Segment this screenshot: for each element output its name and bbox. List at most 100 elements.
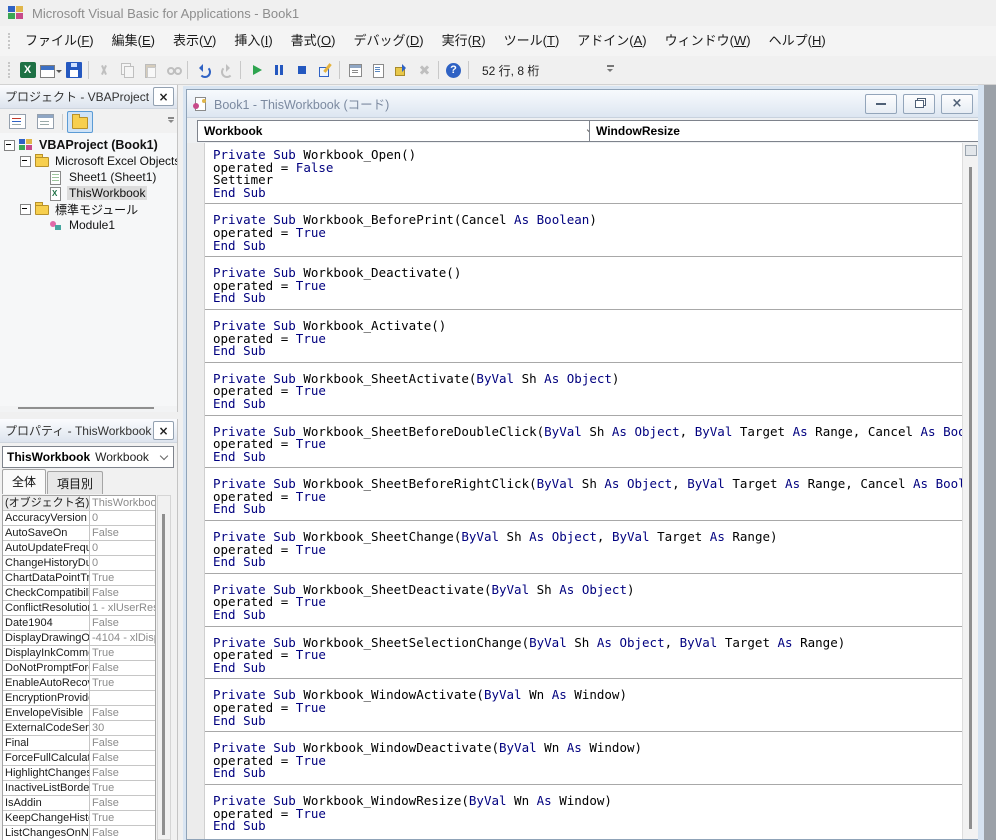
undo-button[interactable] [191,59,214,81]
tree-item-vbaproject[interactable]: VBAProject (Book1) [0,137,177,153]
tree-item-thisworkbook[interactable]: ThisWorkbook [0,185,177,201]
tree-item-excel-objects[interactable]: Microsoft Excel Objects [0,153,177,169]
code-editor[interactable]: Private Sub Workbook_Open()operated = Fa… [187,143,979,839]
code-line: operated = True [205,702,962,715]
reset-button[interactable] [290,59,313,81]
menu-format[interactable]: 書式(O) [282,26,345,56]
property-row[interactable]: FinalFalse [3,736,155,751]
event-dropdown[interactable]: WindowResize [589,120,995,142]
split-handle[interactable] [965,145,977,156]
project-explorer-button[interactable] [343,59,366,81]
menu-addins[interactable]: アドイン(A) [568,26,655,56]
property-row[interactable]: KeepChangeHistoryTrue [3,811,155,826]
property-row[interactable]: AutoSaveOnFalse [3,526,155,541]
property-row[interactable]: ConflictResolution1 - xlUserResolution [3,601,155,616]
property-row[interactable]: (オブジェクト名)ThisWorkbook [3,496,155,511]
tab-all[interactable]: 全体 [2,469,46,494]
toggle-folders-button[interactable] [67,111,93,133]
tree-item-modules-folder[interactable]: 標準モジュール [0,201,177,217]
view-excel-button[interactable] [16,59,39,81]
view-object-button[interactable] [32,111,58,133]
property-name: ExternalCodeService [3,721,90,736]
property-row[interactable]: DisplayDrawingObjects-4104 - xlDisplaySh… [3,631,155,646]
property-row[interactable]: EnvelopeVisibleFalse [3,706,155,721]
scrollbar-thumb[interactable] [969,167,972,829]
properties-grid: (オブジェクト名)ThisWorkbookAccuracyVersion0Aut… [2,495,156,840]
property-row[interactable]: EnableAutoRecoverTrue [3,676,155,691]
properties-panel-titlebar: プロパティ - ThisWorkbook × [0,419,177,443]
menu-help[interactable]: ヘルプ(H) [760,26,835,56]
property-row[interactable]: EncryptionProvider [3,691,155,706]
property-value: ThisWorkbook [90,496,155,511]
menu-window[interactable]: ウィンドウ(W) [656,26,760,56]
tree-expander-icon[interactable] [20,156,31,167]
property-name: HighlightChangesOnScreen [3,766,90,781]
property-row[interactable]: ChangeHistoryDuration0 [3,556,155,571]
properties-window-button[interactable] [366,59,389,81]
property-row[interactable]: AccuracyVersion0 [3,511,155,526]
design-mode-button[interactable] [313,59,336,81]
property-row[interactable]: ChartDataPointTrackTrue [3,571,155,586]
project-panel-close-button[interactable]: × [153,87,174,106]
menu-file[interactable]: ファイル(F) [16,26,103,56]
project-panel-title: プロジェクト - VBAProject [5,88,149,105]
property-row[interactable]: ForceFullCalculationFalse [3,751,155,766]
tree-expander-icon[interactable] [20,204,31,215]
save-button[interactable] [62,59,85,81]
property-name: CheckCompatibility [3,586,90,601]
menu-view[interactable]: 表示(V) [164,26,225,56]
properties-tabs: 全体項目別 [2,472,103,494]
procedure-separator [205,467,962,468]
scrollbar-thumb[interactable] [162,514,165,835]
properties-object-selector[interactable]: ThisWorkbook Workbook [2,446,174,468]
code-vertical-scrollbar[interactable] [962,143,979,839]
property-row[interactable]: DisplayInkCommentsTrue [3,646,155,661]
property-row[interactable]: ExternalCodeService30 [3,721,155,736]
property-row[interactable]: DoNotPromptForConvertFalse [3,661,155,676]
procedure-separator [205,678,962,679]
property-row[interactable]: AutoUpdateFrequency0 [3,541,155,556]
panel-splitter[interactable] [18,407,154,409]
property-row[interactable]: HighlightChangesOnScreenFalse [3,766,155,781]
menu-debug[interactable]: デバッグ(D) [344,26,432,56]
property-name: AccuracyVersion [3,511,90,526]
menu-edit[interactable]: 編集(E) [103,26,164,56]
code-window-titlebar: Book1 - ThisWorkbook (コード) × [187,90,979,118]
code-margin-bar[interactable] [187,143,205,839]
project-toolbar-overflow-button[interactable] [168,117,174,126]
menu-tools[interactable]: ツール(T) [495,26,569,56]
property-name: DisplayDrawingObjects [3,631,90,646]
insert-userform-button[interactable] [39,59,62,81]
menu-run[interactable]: 実行(R) [433,26,495,56]
view-code-button[interactable] [4,111,30,133]
restore-button[interactable] [903,94,935,114]
close-button[interactable]: × [941,94,973,114]
code-window: Book1 - ThisWorkbook (コード) × Workbook Wi… [186,89,980,840]
help-button[interactable] [442,59,465,81]
menu-insert[interactable]: 挿入(I) [225,26,281,56]
property-row[interactable]: Date1904False [3,616,155,631]
help-icon [446,63,461,78]
object-dropdown[interactable]: Workbook [197,120,601,142]
property-row[interactable]: InactiveListBorderVisibleTrue [3,781,155,796]
dropdown-caret-icon[interactable] [56,70,62,76]
view-code-icon [9,114,26,129]
minimize-button[interactable] [865,94,897,114]
tab-categorized[interactable]: 項目別 [47,471,103,494]
run-button[interactable] [244,59,267,81]
toolbox-button [412,59,435,81]
menu-items: ファイル(F)編集(E)表示(V)挿入(I)書式(O)デバッグ(D)実行(R)ツ… [16,26,835,56]
tree-expander-icon[interactable] [4,140,15,151]
toolbar-overflow-button[interactable] [603,60,617,80]
property-row[interactable]: CheckCompatibilityFalse [3,586,155,601]
break-button[interactable] [267,59,290,81]
property-value: False [90,826,155,840]
object-browser-button[interactable] [389,59,412,81]
property-row[interactable]: ListChangesOnNewSheetFalse [3,826,155,840]
properties-panel-close-button[interactable]: × [153,421,174,440]
property-row[interactable]: IsAddinFalse [3,796,155,811]
properties-scrollbar[interactable] [157,495,171,840]
tree-item-module1[interactable]: Module1 [0,217,177,233]
procedure-block: Private Sub Workbook_WindowResize(ByVal … [205,795,962,833]
tree-item-sheet1[interactable]: Sheet1 (Sheet1) [0,169,177,185]
